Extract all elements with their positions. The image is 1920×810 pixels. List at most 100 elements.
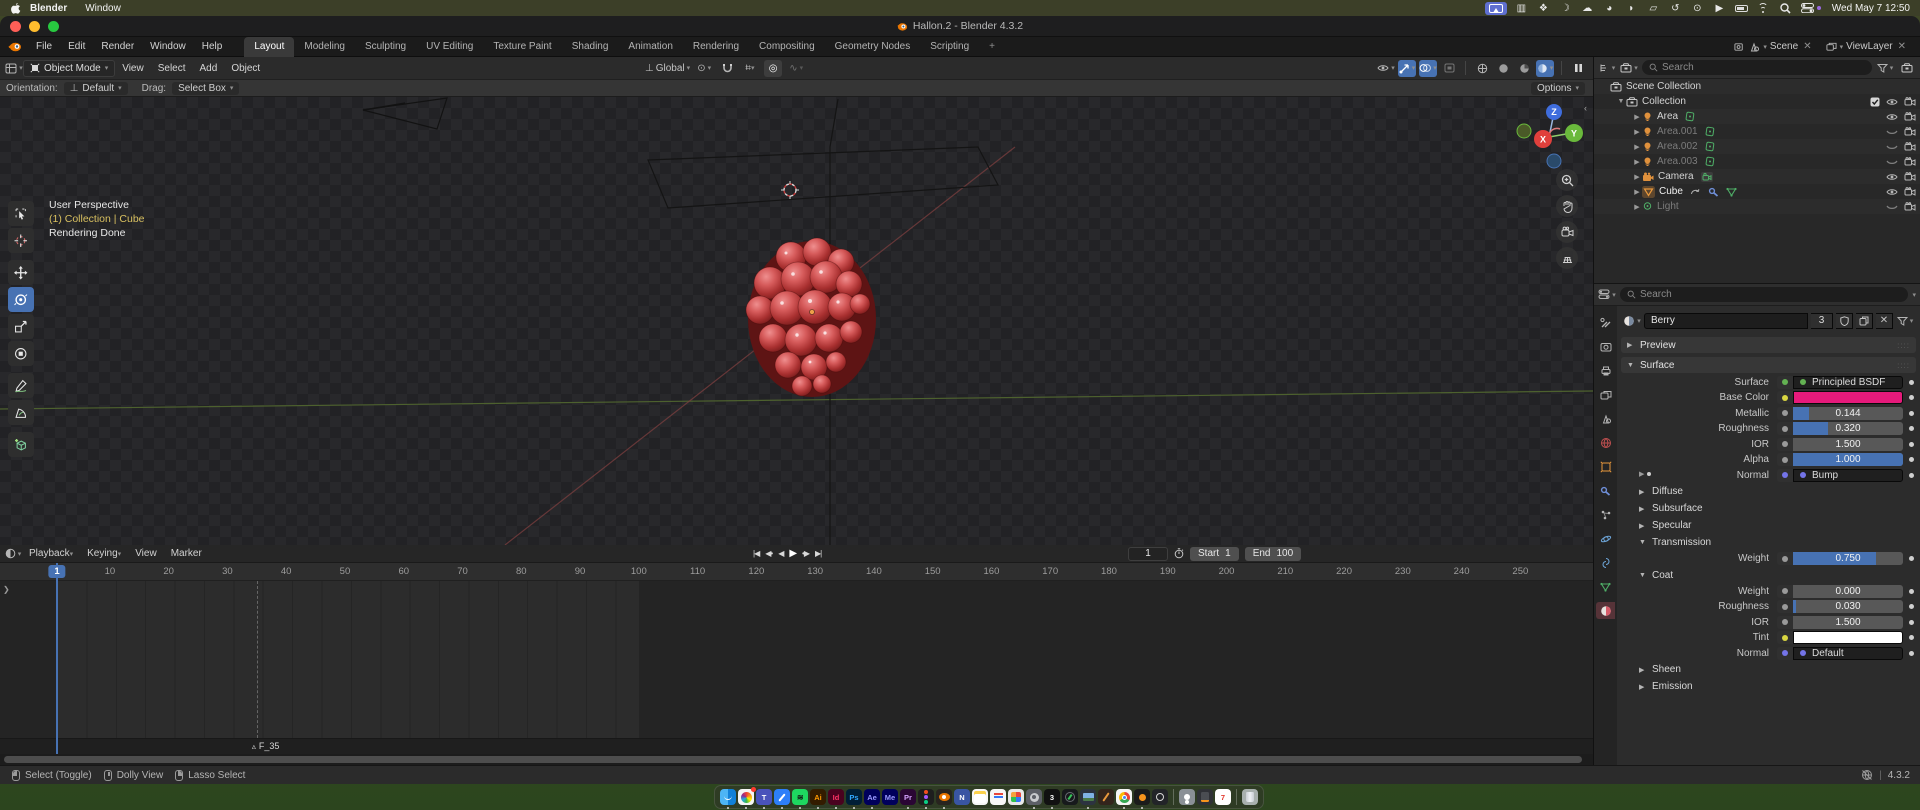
outliner-row-camera[interactable]: ▶ Camera [1594, 169, 1920, 184]
play-reverse-button[interactable]: ◀ [775, 549, 786, 558]
timeline-menu-marker[interactable]: Marker [164, 548, 209, 559]
eye-closed-icon[interactable] [1886, 158, 1898, 166]
decorator-dot[interactable] [1909, 395, 1914, 400]
disable-in-renders-icon[interactable] [1904, 112, 1916, 121]
dock-notes[interactable] [972, 789, 988, 805]
jump-to-end-button[interactable]: ▶| [812, 549, 824, 558]
prev-keyframe-button[interactable]: ◀• [762, 549, 775, 558]
workspace-tab-compositing[interactable]: Compositing [749, 37, 825, 57]
show-gizmo-toggle[interactable]: ▾ [1398, 59, 1416, 77]
dock-after-effects[interactable]: Ae [864, 789, 880, 809]
outliner-row-cube[interactable]: ▶ Cube [1594, 184, 1920, 199]
decorator-dot[interactable] [1909, 635, 1914, 640]
dock-trash[interactable] [1242, 789, 1258, 805]
dock-reminders[interactable] [990, 789, 1006, 805]
topbar-menu-render[interactable]: Render [93, 41, 142, 52]
end-frame-field[interactable]: End 100 [1244, 546, 1302, 561]
battery-icon[interactable] [1734, 2, 1749, 14]
jump-to-start-button[interactable]: |◀ [750, 549, 762, 558]
viewport-menu-view[interactable]: View [115, 63, 151, 74]
timeline-ruler[interactable]: 10 20 30 40 50 60 70 80 90 100 110 120 130 140 150 160 1… [0, 563, 1593, 581]
next-keyframe-button[interactable]: •▶ [799, 549, 812, 558]
dock-finder[interactable] [720, 789, 736, 809]
dock-figma[interactable] [918, 789, 934, 809]
properties-tab-output[interactable] [1596, 362, 1615, 379]
measure-tool[interactable] [8, 400, 34, 425]
disable-in-renders-icon[interactable] [1904, 97, 1916, 106]
workspace-tab-rendering[interactable]: Rendering [683, 37, 749, 57]
properties-tab-constraints[interactable] [1596, 554, 1615, 571]
disable-in-renders-icon[interactable] [1904, 142, 1916, 151]
node-widget-normal[interactable]: Default [1793, 646, 1903, 660]
do-not-disturb-icon[interactable]: ☽ [1558, 2, 1573, 14]
pause-preview-button[interactable] [1569, 60, 1587, 77]
disable-in-renders-icon[interactable] [1904, 172, 1916, 181]
transform-orientation-dropdown[interactable]: ⊥ Global ▾ [645, 60, 690, 77]
outliner-row-area-003[interactable]: ▶ Area.003 [1594, 154, 1920, 169]
3d-viewport[interactable]: User Perspective (1) Collection | Cube R… [0, 97, 1593, 545]
screen-mirroring-icon[interactable] [1484, 1, 1507, 15]
annotate-tool[interactable] [8, 373, 34, 398]
material-browse-dropdown[interactable]: ▾ [1623, 312, 1641, 329]
cursor-tool[interactable] [8, 228, 34, 253]
unlink-material-button[interactable]: ✕ [1876, 312, 1893, 329]
dock-app-dark[interactable] [1152, 789, 1168, 805]
dock-app-three[interactable]: 3 [1044, 789, 1060, 809]
show-overlays-toggle[interactable]: ▾ [1419, 59, 1437, 77]
wifi-icon[interactable] [1756, 2, 1771, 14]
eye-open-icon[interactable] [1886, 173, 1898, 181]
slider-widget-metallic[interactable]: 0.144 [1793, 406, 1903, 420]
workspace-tab-layout[interactable]: Layout [244, 36, 295, 57]
topbar-menu-file[interactable]: File [28, 41, 60, 52]
slider-widget-roughness[interactable]: 0.030 [1793, 600, 1903, 613]
topbar-menu-help[interactable]: Help [194, 41, 231, 52]
shading-material-button[interactable] [1515, 60, 1533, 77]
decorator-dot[interactable] [1909, 619, 1914, 625]
browser-icon[interactable]: ◕ [1602, 2, 1617, 14]
timeline-menu-view[interactable]: View [128, 548, 164, 559]
topbar-menu-edit[interactable]: Edit [60, 41, 93, 52]
subpanel-header-specular[interactable]: ▶ Specular [1639, 518, 1916, 533]
pan-button[interactable] [1556, 195, 1578, 217]
panel-header-surface[interactable]: ▼ Surface:::: [1621, 357, 1916, 373]
blender-logo-icon[interactable] [8, 41, 22, 52]
perspective-toggle-button[interactable] [1556, 247, 1578, 269]
workspace-tab-animation[interactable]: Animation [618, 37, 682, 57]
outliner-row-area[interactable]: ▶ Area [1594, 109, 1920, 124]
disclosure-closed-icon[interactable]: ▶ [1632, 113, 1642, 121]
disclosure-closed-icon[interactable]: ▶ [1632, 128, 1642, 136]
timeline-expand-arrow[interactable]: ❯ [3, 585, 10, 594]
play-circle-icon[interactable]: ▶ [1712, 2, 1727, 14]
viewport-menu-select[interactable]: Select [151, 63, 193, 74]
notifications-icon[interactable]: ◗ [1624, 2, 1639, 14]
outliner-row-collection[interactable]: ▼ Collection [1594, 94, 1920, 109]
windows-icon[interactable]: ▱ [1646, 2, 1661, 14]
outliner-row-scene-collection[interactable]: Scene Collection [1594, 79, 1920, 94]
slider-widget-roughness[interactable]: 0.320 [1793, 422, 1903, 435]
timeline-editor[interactable]: ▾Playback▾Keying▾ViewMarker▾|◀◀•◀▶•▶▶|1S… [0, 545, 1593, 765]
slider-widget-weight[interactable]: 0.750 [1793, 552, 1903, 565]
timeline-scrollbar[interactable] [0, 754, 1593, 765]
workspace-tab-shading[interactable]: Shading [562, 37, 619, 57]
decorator-dot[interactable] [1909, 472, 1914, 478]
scale-tool[interactable] [8, 314, 34, 339]
current-frame-field[interactable]: 1 [1128, 546, 1168, 561]
disable-in-renders-icon[interactable] [1904, 127, 1916, 136]
mode-dropdown[interactable]: Object Mode ▾ [23, 59, 116, 77]
properties-editor-icon[interactable]: ▾ [1598, 286, 1616, 303]
playhead-line[interactable] [56, 563, 58, 754]
disclosure-closed-icon[interactable]: ▶ [1632, 173, 1642, 181]
outliner-display-mode-dropdown[interactable]: ▾ [1598, 59, 1616, 76]
topbar-menu-window[interactable]: Window [142, 41, 194, 52]
subpanel-header-sheen[interactable]: ▶ Sheen [1639, 662, 1916, 677]
dock-spotify[interactable]: ≋ [792, 789, 808, 809]
start-frame-field[interactable]: Start 1 [1190, 546, 1239, 561]
viewlayer-selector[interactable]: ▾ ViewLayer ✕ [1826, 41, 1906, 52]
subpanel-header-subsurface[interactable]: ▶ Subsurface [1639, 501, 1916, 516]
time-machine-icon[interactable]: ↺ [1668, 2, 1683, 14]
properties-tab-world[interactable] [1596, 434, 1615, 451]
outliner-filter-collection-dropdown[interactable]: ▾ [1620, 59, 1638, 76]
subpanel-header-diffuse[interactable]: ▶ Diffuse [1639, 484, 1916, 499]
dock-preview-app[interactable] [1080, 789, 1096, 809]
dock-photos[interactable] [738, 787, 756, 809]
